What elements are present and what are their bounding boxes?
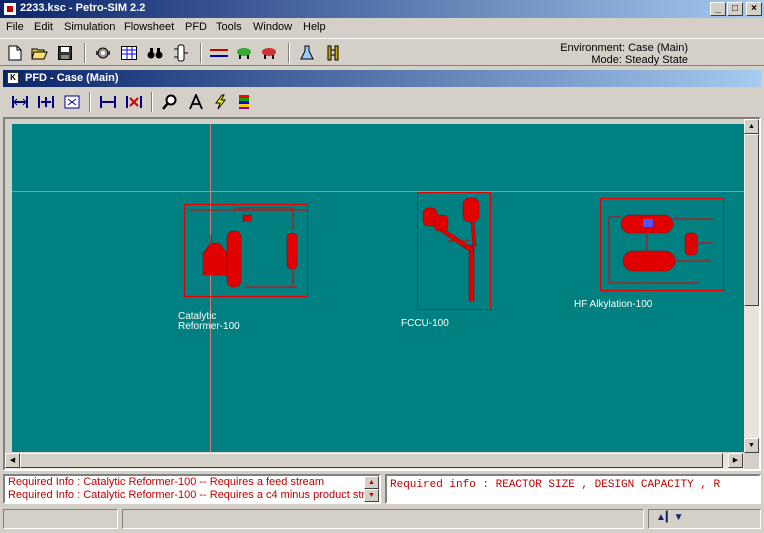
required-info-detail: Required info : REACTOR SIZE , DESIGN CA…	[385, 474, 761, 504]
binoculars-icon[interactable]	[144, 42, 166, 64]
menu-bar: File Edit Simulation Flowsheet PFD Tools…	[0, 18, 764, 38]
scroll-down-button[interactable]: ▼	[744, 438, 759, 453]
status-nav-arrows-icon[interactable]: ▲▎▼	[656, 512, 684, 523]
close-button[interactable]: ×	[746, 2, 762, 16]
move-mode-icon[interactable]	[123, 91, 145, 113]
mode-label: Mode: Steady State	[591, 54, 688, 66]
environment-label: Environment: Case (Main)	[560, 42, 688, 54]
unit-catalytic-reformer[interactable]	[184, 204, 308, 297]
workbook-gear-icon[interactable]	[92, 42, 114, 64]
color-scheme-icon[interactable]	[233, 91, 255, 113]
fccu-icon	[422, 197, 480, 302]
pfd-lines-icon[interactable]	[208, 42, 230, 64]
horizontal-scroll-thumb[interactable]	[20, 453, 723, 468]
main-toolbar: Environment: Case (Main) Mode: Steady St…	[0, 38, 764, 66]
new-file-icon[interactable]	[4, 42, 26, 64]
steady-state-icon[interactable]	[233, 42, 255, 64]
maximize-button[interactable]: □	[727, 2, 743, 16]
message-scroll-down[interactable]: ▼	[364, 489, 379, 502]
pfd-horizontal-scrollbar[interactable]: ◀ ▶	[5, 453, 744, 469]
workbook-icon[interactable]	[118, 42, 140, 64]
pfd-vertical-scrollbar[interactable]: ▲ ▼	[744, 119, 759, 453]
message-panel: Required Info : Catalytic Reformer-100 -…	[0, 474, 764, 504]
unit-fccu[interactable]	[417, 192, 491, 310]
app-icon[interactable]	[3, 2, 17, 16]
menu-help[interactable]: Help	[303, 21, 326, 33]
unit-label-fccu: FCCU-100	[401, 318, 449, 329]
zoom-all-icon[interactable]	[9, 91, 31, 113]
hf-alkylation-icon	[608, 214, 713, 284]
zoom-in-icon[interactable]	[35, 91, 57, 113]
environment-info: Environment: Case (Main) Mode: Steady St…	[560, 42, 688, 66]
menu-tools[interactable]: Tools	[216, 21, 242, 33]
menu-flowsheet[interactable]: Flowsheet	[124, 21, 174, 33]
petro-sim-window: 2233.ksc - Petro-SIM 2.2 _ □ × File Edit…	[0, 0, 764, 533]
pfd-canvas[interactable]: Catalytic Reformer-100 FCCU-100 HF Alkyl…	[12, 124, 748, 452]
status-panel-2	[122, 509, 644, 529]
menu-window[interactable]: Window	[253, 21, 292, 33]
lightning-icon[interactable]	[209, 91, 231, 113]
reformer-icon	[190, 207, 308, 288]
zoom-out-icon[interactable]	[61, 91, 83, 113]
text-label-icon[interactable]	[185, 91, 207, 113]
title-bar: 2233.ksc - Petro-SIM 2.2 _ □ ×	[0, 0, 764, 18]
pfd-frame: Catalytic Reformer-100 FCCU-100 HF Alkyl…	[3, 117, 761, 471]
column-icon[interactable]	[170, 42, 192, 64]
scroll-left-button[interactable]: ◀	[5, 453, 20, 468]
pfd-window-title: PFD - Case (Main)	[25, 72, 119, 84]
message-row[interactable]: Required Info : Catalytic Reformer-100 -…	[8, 476, 379, 489]
dynamic-mode-icon[interactable]	[258, 42, 280, 64]
scroll-up-button[interactable]: ▲	[744, 119, 759, 134]
message-row[interactable]: Required Info : Catalytic Reformer-100 -…	[8, 489, 379, 502]
unit-label-hf-alkylation: HF Alkylation-100	[574, 299, 653, 310]
window-title: 2233.ksc - Petro-SIM 2.2	[20, 2, 146, 14]
magnifier-icon[interactable]	[159, 91, 181, 113]
size-mode-icon[interactable]	[97, 91, 119, 113]
vertical-scroll-thumb[interactable]	[744, 134, 759, 306]
pfd-window-icon[interactable]: K	[7, 72, 19, 84]
minimize-button[interactable]: _	[710, 2, 726, 16]
tower-icon[interactable]	[322, 42, 344, 64]
crosshair-horizontal	[12, 191, 748, 192]
save-icon[interactable]	[54, 42, 76, 64]
message-scroll-up[interactable]: ▲	[364, 476, 379, 489]
menu-pfd[interactable]: PFD	[185, 21, 207, 33]
status-bar: ▲▎▼	[0, 507, 764, 533]
message-list-scrollbar[interactable]: ▲ ▼	[364, 476, 379, 502]
status-panel-1	[3, 509, 118, 529]
required-info-list[interactable]: Required Info : Catalytic Reformer-100 -…	[3, 474, 381, 504]
pfd-window-titlebar[interactable]: K PFD - Case (Main)	[3, 70, 761, 87]
unit-label-catalytic-reformer: Catalytic Reformer-100	[178, 311, 240, 332]
unit-hf-alkylation[interactable]	[600, 198, 724, 291]
pfd-toolbar	[3, 88, 761, 116]
menu-file[interactable]: File	[6, 21, 24, 33]
menu-simulation[interactable]: Simulation	[64, 21, 115, 33]
menu-edit[interactable]: Edit	[34, 21, 53, 33]
flask-icon[interactable]	[296, 42, 318, 64]
open-folder-icon[interactable]	[28, 42, 50, 64]
scroll-right-button[interactable]: ▶	[728, 453, 743, 468]
